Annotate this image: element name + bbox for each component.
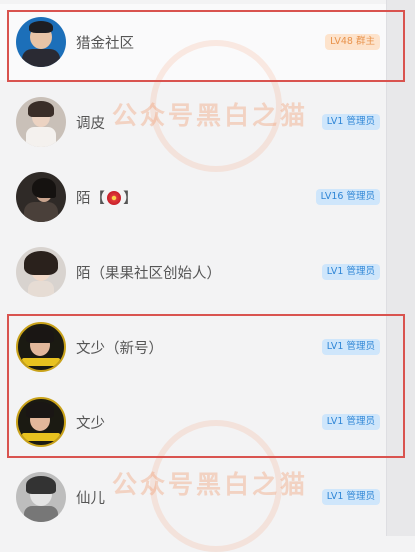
avatar[interactable] xyxy=(16,397,66,447)
member-name: 陌【】 xyxy=(76,190,138,207)
avatar[interactable] xyxy=(16,472,66,522)
member-row[interactable]: 陌【】 LV16 管理员 xyxy=(0,159,386,235)
member-name: 仙儿 xyxy=(76,490,105,507)
member-row[interactable]: 陌（果果社区创始人） LV1 管理员 xyxy=(0,234,386,310)
member-name: 陌（果果社区创始人） xyxy=(76,265,221,282)
level-badge: LV1 管理员 xyxy=(321,264,380,280)
level-badge: LV48 群主 xyxy=(325,34,380,50)
level-badge: LV1 管理员 xyxy=(321,114,380,130)
member-name: 猎金社区 xyxy=(76,35,134,52)
member-row[interactable]: 文少 LV1 管理员 xyxy=(0,384,386,460)
member-name: 文少（新号） xyxy=(76,340,163,357)
member-row[interactable]: 猎金社区 LV48 群主 xyxy=(0,4,386,80)
level-badge: LV1 管理员 xyxy=(321,339,380,355)
member-name: 文少 xyxy=(76,415,105,432)
level-badge: LV1 管理员 xyxy=(321,489,380,505)
member-row[interactable]: 调皮 LV1 管理员 xyxy=(0,84,386,160)
avatar[interactable] xyxy=(16,322,66,372)
avatar[interactable] xyxy=(16,17,66,67)
level-badge: LV1 管理员 xyxy=(321,414,380,430)
avatar[interactable] xyxy=(16,247,66,297)
avatar[interactable] xyxy=(16,172,66,222)
scrollbar[interactable] xyxy=(386,0,415,536)
level-badge: LV16 管理员 xyxy=(315,189,380,205)
member-row[interactable]: 仙儿 LV1 管理员 xyxy=(0,459,386,535)
hibiscus-icon xyxy=(107,190,121,205)
avatar[interactable] xyxy=(16,97,66,147)
member-name: 调皮 xyxy=(76,115,105,132)
member-row[interactable]: 文少（新号） LV1 管理员 xyxy=(0,309,386,385)
